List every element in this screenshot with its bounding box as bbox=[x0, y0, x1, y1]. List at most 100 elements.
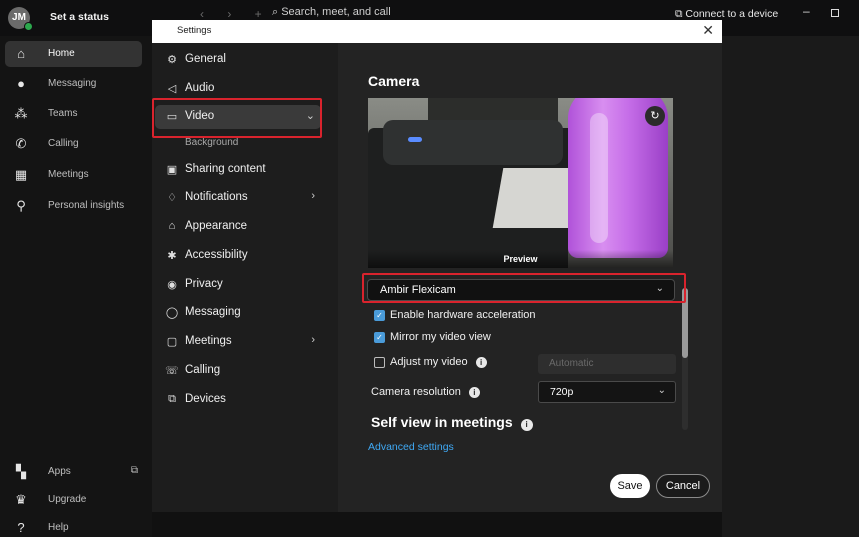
appearance-icon: ⌂ bbox=[168, 220, 176, 232]
screen-share-icon: ▣ bbox=[166, 164, 178, 176]
camera-resolution-select[interactable]: 720p ⌄ bbox=[538, 381, 676, 403]
settings-nav-general[interactable]: ⚙ General bbox=[155, 48, 321, 72]
devices-icon: ⧉ bbox=[168, 393, 176, 405]
checkbox-label: Adjust my video bbox=[390, 356, 468, 368]
chat-bubble-icon: ● bbox=[17, 76, 25, 91]
nav-label: Messaging bbox=[185, 306, 241, 318]
info-icon[interactable]: i bbox=[475, 357, 487, 368]
settings-nav-devices[interactable]: ⧉ Devices bbox=[155, 388, 321, 412]
meetings-icon: ▢ bbox=[166, 336, 178, 348]
search-input[interactable]: ⌕ Search, meet, and call bbox=[272, 6, 442, 20]
camera-heading: Camera bbox=[368, 73, 420, 89]
sidebar-item-help[interactable]: ? Help bbox=[5, 515, 142, 537]
external-link-icon: ⧉ bbox=[130, 465, 138, 476]
chevron-right-icon: › bbox=[311, 190, 315, 202]
cancel-button[interactable]: Cancel bbox=[656, 474, 710, 498]
maximize-button[interactable] bbox=[831, 9, 839, 17]
camera-resolution-value: 720p bbox=[550, 386, 574, 398]
info-icon[interactable]: i bbox=[468, 387, 480, 398]
calling-icon: ☏ bbox=[165, 365, 179, 377]
sidebar-item-label: Teams bbox=[48, 108, 78, 119]
checkbox-label: Enable hardware acceleration bbox=[390, 309, 536, 321]
settings-nav-notifications[interactable]: ♢ Notifications › bbox=[155, 186, 321, 210]
bell-icon: ♢ bbox=[167, 192, 177, 204]
checkbox-unchecked bbox=[374, 357, 385, 368]
settings-nav: ⚙ General ◁ Audio ▭ Video ⌄ Background ▣… bbox=[152, 43, 338, 512]
sidebar-item-calling[interactable]: ✆ Calling bbox=[5, 131, 142, 157]
message-icon: ◯ bbox=[165, 307, 179, 319]
advanced-settings-link[interactable]: Advanced settings bbox=[368, 441, 454, 453]
settings-nav-video[interactable]: ▭ Video ⌄ bbox=[155, 105, 321, 129]
preview-led bbox=[408, 137, 422, 142]
settings-nav-background[interactable]: Background bbox=[185, 137, 238, 148]
minimize-button[interactable]: – bbox=[803, 4, 810, 18]
camera-select-value: Ambir Flexicam bbox=[380, 284, 456, 296]
nav-label: Calling bbox=[185, 364, 221, 376]
sidebar-item-label: Messaging bbox=[48, 78, 97, 89]
search-placeholder: Search, meet, and call bbox=[281, 6, 391, 18]
sidebar-item-teams[interactable]: ⁂ Teams bbox=[5, 101, 142, 127]
sidebar-item-meetings[interactable]: ▦ Meetings bbox=[5, 162, 142, 188]
info-icon[interactable]: i bbox=[520, 419, 533, 431]
sidebar-item-label: Personal insights bbox=[48, 200, 125, 211]
sidebar-item-label: Upgrade bbox=[48, 494, 87, 505]
nav-label: Audio bbox=[185, 82, 215, 94]
resolution-label-text: Camera resolution bbox=[371, 386, 461, 398]
connect-device-label: Connect to a device bbox=[685, 8, 779, 20]
sidebar-item-messaging[interactable]: ● Messaging bbox=[5, 71, 142, 97]
speaker-icon: ◁ bbox=[167, 83, 177, 95]
set-status-button[interactable]: Set a status bbox=[50, 11, 109, 23]
settings-nav-privacy[interactable]: ◉ Privacy bbox=[155, 273, 321, 297]
video-settings-panel: Camera ↻ Preview Ambir Flexicam ⌄ ✓ Enab… bbox=[338, 43, 722, 512]
nav-label: Accessibility bbox=[185, 249, 248, 261]
presence-indicator bbox=[24, 22, 33, 31]
sidebar-item-upgrade[interactable]: ♛ Upgrade bbox=[5, 487, 142, 513]
calendar-icon: ▦ bbox=[14, 167, 28, 182]
teams-icon: ⁂ bbox=[14, 106, 28, 121]
sidebar-item-label: Calling bbox=[48, 138, 79, 149]
sidebar-item-label: Apps bbox=[48, 466, 71, 477]
camera-preview: ↻ Preview bbox=[368, 98, 673, 268]
apps-grid-icon: ▚ bbox=[16, 464, 26, 479]
sidebar-item-apps[interactable]: ▚ Apps ⧉ bbox=[5, 459, 142, 485]
chevron-down-icon: ⌄ bbox=[305, 110, 315, 122]
insights-icon: ⚲ bbox=[16, 198, 26, 213]
privacy-icon: ◉ bbox=[167, 279, 177, 291]
scrollbar-thumb[interactable] bbox=[682, 288, 688, 358]
settings-nav-calling[interactable]: ☏ Calling bbox=[155, 359, 321, 383]
settings-nav-messaging[interactable]: ◯ Messaging bbox=[155, 301, 321, 325]
chevron-right-icon: › bbox=[311, 334, 315, 346]
nav-label: Privacy bbox=[185, 278, 223, 290]
video-camera-icon: ▭ bbox=[166, 111, 178, 123]
chevron-down-icon: ⌄ bbox=[657, 385, 666, 396]
sidebar-item-home[interactable]: ⌂ Home bbox=[5, 41, 142, 67]
settings-nav-audio[interactable]: ◁ Audio bbox=[155, 77, 321, 101]
camera-select[interactable]: Ambir Flexicam ⌄ bbox=[367, 279, 675, 301]
search-icon: ⌕ bbox=[272, 6, 282, 18]
preview-bottle-glare bbox=[590, 113, 608, 243]
help-icon: ? bbox=[17, 520, 25, 535]
adjust-video-mode-select: Automatic bbox=[538, 354, 676, 374]
close-icon[interactable]: ✕ bbox=[702, 22, 714, 39]
adjust-video-mode-value: Automatic bbox=[549, 358, 594, 369]
sidebar-item-label: Meetings bbox=[48, 169, 89, 180]
app-sidebar: ⌂ Home ● Messaging ⁂ Teams ✆ Calling ▦ M… bbox=[0, 36, 152, 537]
settings-nav-meetings[interactable]: ▢ Meetings › bbox=[155, 330, 321, 354]
nav-label: Meetings bbox=[185, 335, 232, 347]
rotate-camera-icon[interactable]: ↻ bbox=[645, 106, 665, 126]
chevron-down-icon: ⌄ bbox=[655, 283, 664, 294]
crown-icon: ♛ bbox=[15, 492, 27, 507]
avatar[interactable]: JM bbox=[8, 7, 33, 31]
settings-dialog-titlebar: Settings ✕ bbox=[152, 20, 722, 43]
history-nav-buttons[interactable]: ‹ › + bbox=[200, 7, 272, 21]
nav-label: Sharing content bbox=[185, 163, 266, 175]
save-button[interactable]: Save bbox=[610, 474, 650, 498]
settings-nav-sharing-content[interactable]: ▣ Sharing content bbox=[155, 158, 321, 182]
checkmark-icon: ✓ bbox=[374, 332, 385, 343]
nav-label: Appearance bbox=[185, 220, 248, 232]
nav-label: Notifications bbox=[185, 191, 248, 203]
settings-nav-accessibility[interactable]: ✱ Accessibility bbox=[155, 244, 321, 268]
settings-nav-appearance[interactable]: ⌂ Appearance bbox=[155, 215, 321, 239]
checkbox-label: Mirror my video view bbox=[390, 331, 491, 343]
sidebar-item-personal-insights[interactable]: ⚲ Personal insights bbox=[5, 193, 142, 219]
